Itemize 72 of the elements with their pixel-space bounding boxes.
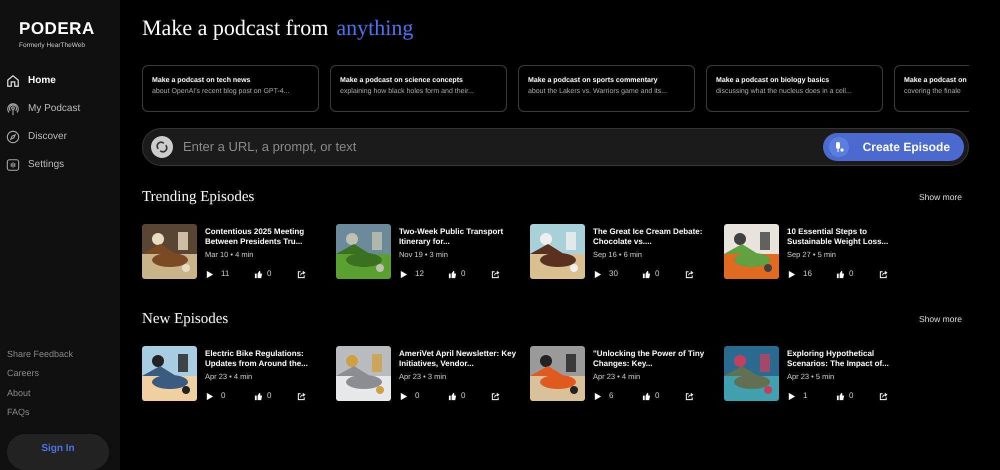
share-icon (879, 270, 888, 278)
play-count: 6 (609, 390, 614, 402)
play-count: 0 (221, 390, 226, 402)
nav-item[interactable]: My Podcast (0, 94, 86, 123)
play-icon (399, 392, 408, 400)
headline-highlight: anything (336, 15, 414, 41)
play-icon (205, 270, 214, 278)
thumbs-up-icon (642, 270, 651, 278)
nav-item[interactable]: Discover (0, 122, 73, 151)
nav-item[interactable]: Settings (0, 150, 70, 179)
episode-title[interactable]: Two-Week Public Transport Itinerary for... (399, 227, 517, 246)
episode-title[interactable]: 10 Essential Steps to Sustainable Weight Loss... (787, 227, 905, 246)
episode-title[interactable]: "Unlocking the Power of Tiny Changes: Key... (593, 349, 711, 368)
thumbs-up-icon (836, 270, 845, 278)
play-count: 16 (803, 268, 813, 280)
play-count: 1 (803, 390, 808, 402)
play-icon (787, 270, 796, 278)
thumbs-up-icon (642, 392, 651, 400)
compass-icon (6, 130, 20, 144)
show-more-link[interactable]: Show more (919, 190, 962, 204)
thumbs-up-icon (836, 392, 845, 400)
nav-item[interactable]: Home (0, 66, 62, 95)
episode-title[interactable]: Electric Bike Regulations: Updates from Around the... (205, 349, 323, 368)
share-icon (297, 392, 306, 400)
play-icon (205, 392, 214, 400)
play-icon (787, 392, 796, 400)
like-count: 0 (849, 390, 854, 402)
podcast-icon (6, 102, 20, 116)
section-title: Trending Episodes (142, 188, 254, 206)
play-icon (593, 392, 602, 400)
like-count: 0 (849, 268, 854, 280)
like-count: 0 (655, 390, 660, 402)
play-icon (399, 270, 408, 278)
share-icon (685, 392, 694, 400)
thumbs-up-icon (254, 270, 263, 278)
headline: Make a podcast from (142, 15, 328, 41)
like-count: 0 (655, 268, 660, 280)
like-count: 0 (267, 268, 272, 280)
share-icon (491, 270, 500, 278)
settings-icon (6, 158, 20, 172)
episode-title[interactable]: Contentious 2025 Meeting Between Presidents Tru... (205, 227, 323, 246)
thumbs-up-icon (448, 270, 457, 278)
play-count: 12 (415, 268, 425, 280)
footer-link[interactable]: Careers (7, 368, 40, 379)
footer-link[interactable]: About (7, 388, 31, 398)
share-icon (491, 392, 500, 400)
episode-title[interactable]: The Great Ice Cream Debate: Chocolate vs.... (593, 227, 711, 246)
like-count: 0 (267, 390, 272, 402)
sign-in-button[interactable]: Sign In (7, 434, 109, 470)
brand-logo: PODERA (19, 20, 96, 37)
create-episode-button[interactable]: Create Episode (822, 133, 964, 161)
play-count: 30 (609, 268, 619, 280)
share-icon (297, 270, 306, 278)
share-icon (879, 392, 888, 400)
footer-link[interactable]: FAQs (7, 407, 30, 418)
section-title: New Episodes (142, 310, 228, 328)
play-count: 11 (221, 268, 230, 280)
thumbs-up-icon (448, 392, 457, 400)
thumbs-up-icon (254, 392, 263, 400)
like-count: 0 (461, 390, 466, 402)
episode-title[interactable]: Exploring Hypothetical Scenarios: The Impact of... (787, 349, 905, 368)
show-more-link[interactable]: Show more (919, 312, 962, 326)
play-count: 0 (415, 390, 420, 402)
episode-title[interactable]: AmeriVet April Newsletter: Key Initiatives, Vendor... (399, 349, 517, 368)
home-icon (6, 74, 20, 88)
play-icon (593, 270, 602, 278)
footer-link[interactable]: Share Feedback (7, 348, 74, 360)
share-icon (685, 270, 694, 278)
refresh-icon (151, 136, 173, 158)
microphone-icon (828, 137, 849, 157)
prompt-field[interactable]: Enter a URL, a prompt, or text Create Episode (142, 128, 969, 166)
like-count: 0 (461, 268, 466, 280)
